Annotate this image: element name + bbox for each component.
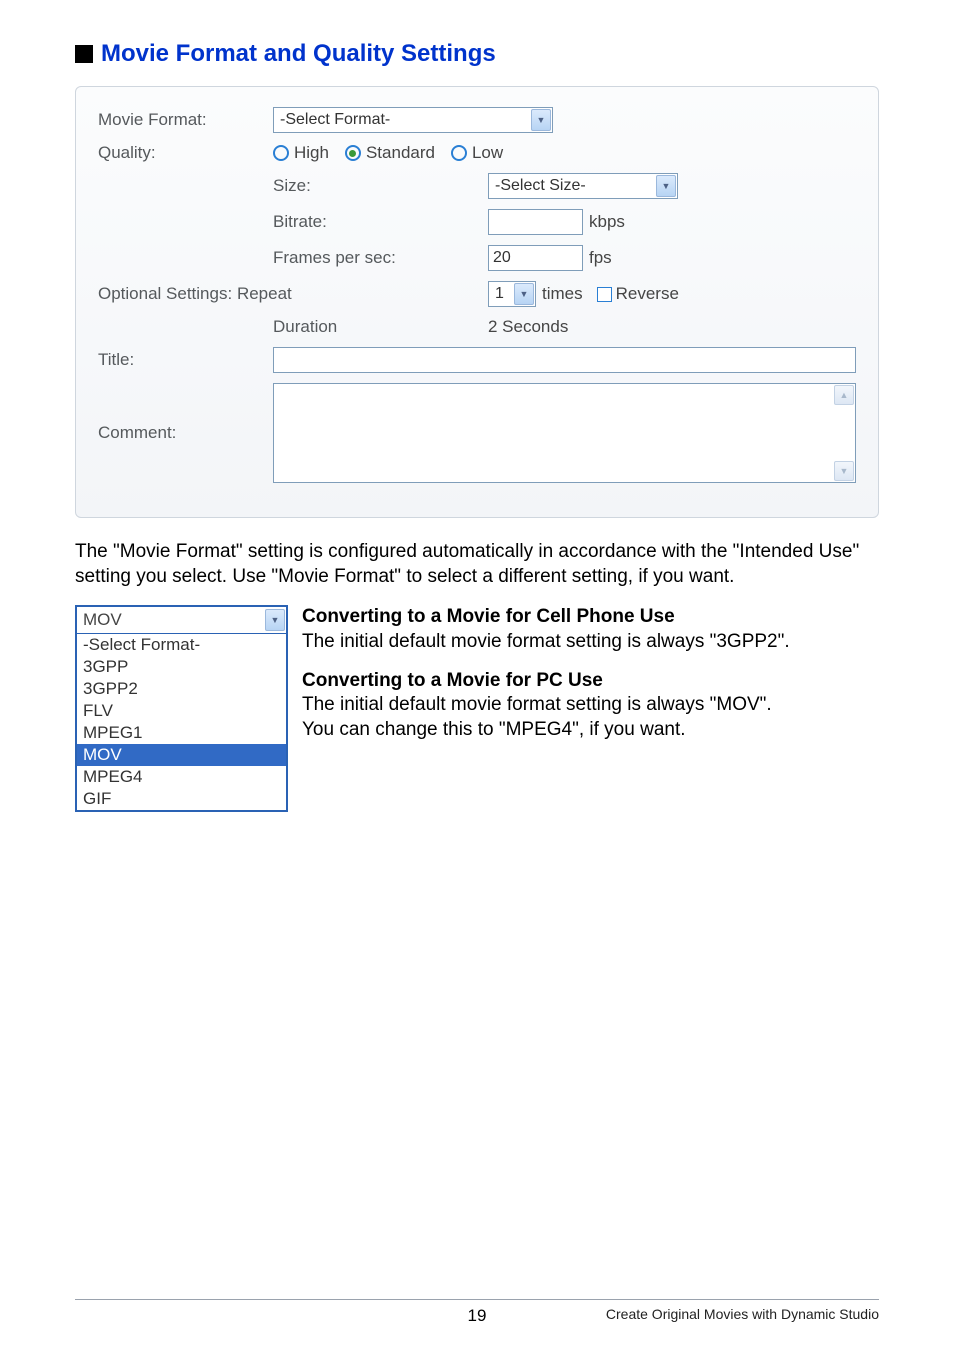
list-item[interactable]: FLV [77,700,286,722]
size-label: Size: [273,176,488,196]
quality-label: Quality: [98,143,273,163]
format-dropdown-head[interactable]: MOV ▼ [77,607,286,634]
comment-textarea[interactable]: ▲ ▼ [273,383,856,483]
radio-icon [273,145,289,161]
times-text: times [542,284,583,304]
optional-settings-label: Optional Settings: Repeat [98,284,273,304]
pc-use-text1: The initial default movie format setting… [302,693,879,718]
pc-use-text2: You can change this to "MPEG4", if you w… [302,718,879,743]
list-item-selected[interactable]: MOV [77,744,286,766]
reverse-checkbox[interactable] [597,287,612,302]
fps-input[interactable] [488,245,583,271]
quality-radio-group: High Standard Low [273,143,503,163]
chevron-down-icon: ▼ [531,109,551,131]
pc-use-heading: Converting to a Movie for PC Use [302,669,879,694]
fps-unit: fps [589,248,612,268]
comment-label: Comment: [98,423,273,443]
radio-checked-icon [345,145,361,161]
scroll-down-icon[interactable]: ▼ [834,461,854,481]
chevron-down-icon: ▼ [265,609,285,631]
movie-format-select[interactable]: -Select Format- ▼ [273,107,553,133]
quality-standard-radio[interactable]: Standard [345,143,435,163]
bitrate-unit: kbps [589,212,625,232]
duration-value: 2 Seconds [488,317,568,337]
list-item[interactable]: GIF [77,788,286,810]
radio-icon [451,145,467,161]
size-value: -Select Size- [489,177,655,195]
chevron-down-icon: ▼ [514,283,534,305]
quality-low-radio[interactable]: Low [451,143,503,163]
repeat-select[interactable]: 1 ▼ [488,281,536,307]
chevron-down-icon: ▼ [656,175,676,197]
size-select[interactable]: -Select Size- ▼ [488,173,678,199]
quality-high-radio[interactable]: High [273,143,329,163]
explanation-column: Converting to a Movie for Cell Phone Use… [302,605,879,742]
description-paragraph: The "Movie Format" setting is configured… [75,540,879,589]
bullet-square-icon [75,45,93,63]
list-item[interactable]: MPEG4 [77,766,286,788]
settings-panel: Movie Format: -Select Format- ▼ Quality:… [75,86,879,518]
format-dropdown-list: -Select Format- 3GPP 3GPP2 FLV MPEG1 MOV… [77,634,286,810]
heading-text: Movie Format and Quality Settings [101,40,496,68]
duration-label: Duration [273,317,488,337]
repeat-value: 1 [489,285,513,303]
list-item[interactable]: 3GPP [77,656,286,678]
footer-text: Create Original Movies with Dynamic Stud… [606,1306,879,1322]
format-dropdown-example: MOV ▼ -Select Format- 3GPP 3GPP2 FLV MPE… [75,605,288,812]
list-item[interactable]: MPEG1 [77,722,286,744]
fps-label: Frames per sec: [273,248,488,268]
cell-phone-text: The initial default movie format setting… [302,630,879,655]
title-label: Title: [98,350,273,370]
bitrate-label: Bitrate: [273,212,488,232]
title-input[interactable] [273,347,856,373]
list-item[interactable]: -Select Format- [77,634,286,656]
format-dropdown-selected: MOV [77,607,264,633]
section-heading: Movie Format and Quality Settings [75,40,879,68]
reverse-label: Reverse [616,284,679,304]
list-item[interactable]: 3GPP2 [77,678,286,700]
page-footer: 19 Create Original Movies with Dynamic S… [75,1299,879,1322]
movie-format-label: Movie Format: [98,110,273,130]
bitrate-input[interactable] [488,209,583,235]
page-number: 19 [468,1306,487,1326]
movie-format-value: -Select Format- [274,111,530,129]
scroll-up-icon[interactable]: ▲ [834,385,854,405]
cell-phone-heading: Converting to a Movie for Cell Phone Use [302,605,879,630]
